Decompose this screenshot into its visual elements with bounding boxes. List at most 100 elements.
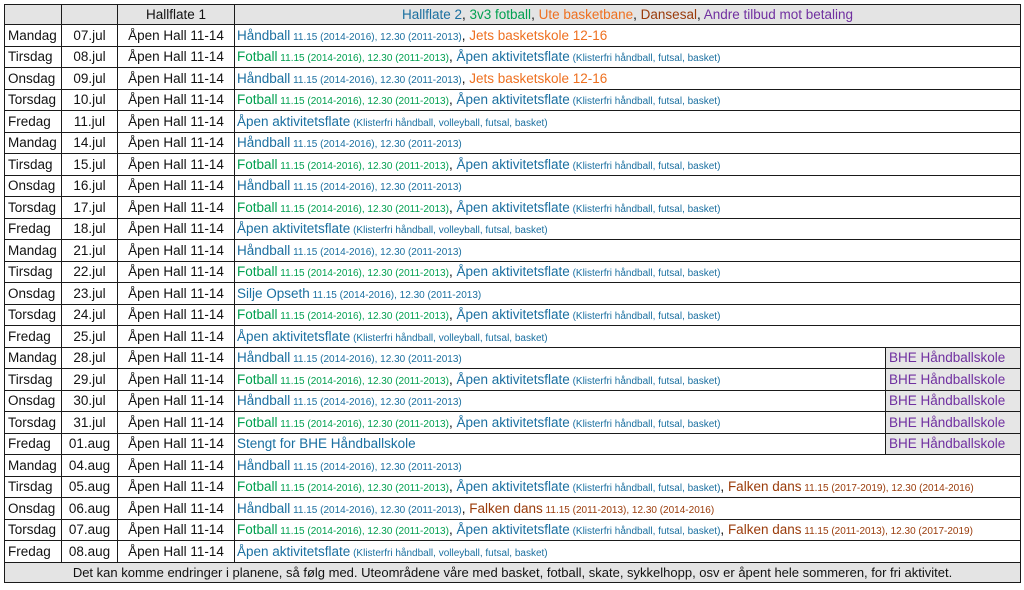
- day-cell: Onsdag: [4, 67, 62, 90]
- hall1-cell: Åpen Hall 11-14: [117, 368, 235, 391]
- activity-label: ,: [720, 479, 728, 495]
- activity-label: ,: [720, 522, 728, 538]
- activity-cell: Fotball 11.15 (2014-2016), 12.30 (2011-2…: [233, 303, 1022, 326]
- activity-cell: Håndball 11.15 (2014-2016), 12.30 (2011-…: [233, 497, 1022, 520]
- hall1-cell: Åpen Hall 11-14: [117, 153, 235, 176]
- activity-label: Fotball: [237, 414, 278, 430]
- activity-detail: (Klisterfri håndball, futsal, basket): [569, 203, 721, 215]
- activity-detail: 11.15 (2014-2016), 12.30 (2011-2013): [277, 53, 449, 65]
- activity-detail: 11.15 (2017-2019), 12.30 (2014-2016): [801, 483, 974, 495]
- footer-note: Det kan komme endringer i planene, så fø…: [3, 561, 1022, 583]
- table-row: Onsdag 06.aug Åpen Hall 11-14 Håndball 11.1…: [4, 497, 1022, 520]
- day-cell: Onsdag: [4, 389, 62, 412]
- table-row: Onsdag 16.jul Åpen Hall 11-14 Håndball 11.1…: [4, 174, 1022, 197]
- activity-detail: 11.15 (2014-2016), 12.30 (2011-2013): [290, 397, 462, 409]
- activity-detail: 11.15 (2014-2016), 12.30 (2011-2013): [277, 268, 449, 280]
- activity-cell: Håndball 11.15 (2014-2016), 12.30 (2011-…: [234, 389, 886, 412]
- table-row: Fredag 08.aug Åpen Hall 11-14 Åpen aktivite…: [4, 540, 1022, 563]
- hall1-cell: Åpen Hall 11-14: [117, 110, 235, 133]
- header-hall1-cell: Hallflate 1: [117, 4, 235, 25]
- activity-label: Fotball: [237, 156, 278, 172]
- legend-item: 3v3 fotball: [469, 7, 532, 22]
- day-cell: Torsdag: [4, 196, 62, 219]
- date-cell: 04.aug: [61, 454, 118, 477]
- activity-detail: 11.15 (2014-2016), 12.30 (2011-2013): [290, 31, 462, 43]
- activity-label: Stengt for BHE Håndballskole: [237, 436, 416, 452]
- activity-label: Falken dans: [727, 522, 802, 538]
- activity-cell: Åpen aktivitetsflate (Klisterfri håndbal…: [233, 110, 1022, 133]
- table-row: Mandag 21.jul Åpen Hall 11-14 Håndball 11.1…: [4, 239, 1022, 262]
- hall1-cell: Åpen Hall 11-14: [117, 239, 235, 262]
- day-cell: Tirsdag: [4, 368, 62, 391]
- table-row: Fredag 18.jul Åpen Hall 11-14 Åpen aktivite…: [4, 217, 1022, 240]
- header-legend-cell: Hallflate 2, 3v3 fotball, Ute basketbane…: [233, 4, 1022, 25]
- day-cell: Fredag: [4, 110, 62, 133]
- activity-detail: 11.15 (2014-2016), 12.30 (2011-2013): [277, 375, 449, 387]
- hall1-cell: Åpen Hall 11-14: [117, 411, 235, 434]
- table-row: Mandag 14.jul Åpen Hall 11-14 Håndball 11.1…: [4, 131, 1022, 154]
- date-cell: 14.jul: [61, 131, 118, 154]
- hall1-cell: Åpen Hall 11-14: [117, 67, 235, 90]
- activity-label: Åpen aktivitetsflate: [456, 307, 570, 323]
- activity-label: Åpen aktivitetsflate: [456, 371, 570, 387]
- day-cell: Tirsdag: [4, 45, 62, 68]
- activity-cell: Åpen aktivitetsflate (Klisterfri håndbal…: [233, 540, 1022, 563]
- table-row: Tirsdag 22.jul Åpen Hall 11-14 Fotball 11.1…: [4, 260, 1022, 283]
- schedule-sheet: Hallflate 1 Hallflate 2, 3v3 fotball, Ut…: [3, 4, 1022, 583]
- activity-label: Fotball: [237, 479, 278, 495]
- day-cell: Mandag: [4, 24, 62, 47]
- activity-detail: 11.15 (2014-2016), 12.30 (2011-2013): [309, 289, 482, 301]
- day-cell: Torsdag: [4, 518, 62, 541]
- activity-label: Fotball: [237, 371, 278, 387]
- date-cell: 18.jul: [61, 217, 118, 240]
- activity-detail: 11.15 (2014-2016), 12.30 (2011-2013): [290, 246, 462, 258]
- day-cell: Tirsdag: [4, 260, 62, 283]
- activity-label: Håndball: [237, 70, 291, 86]
- hall1-cell: Åpen Hall 11-14: [117, 346, 235, 369]
- activity-label: Fotball: [237, 49, 278, 65]
- table-row: Torsdag 31.jul Åpen Hall 11-14 Fotball 11.1…: [4, 411, 1022, 434]
- legend-item: Hallflate 2: [401, 7, 462, 22]
- day-cell: Mandag: [4, 131, 62, 154]
- activity-cell: Fotball 11.15 (2014-2016), 12.30 (2011-2…: [234, 368, 886, 391]
- activity-label: Fotball: [237, 92, 278, 108]
- activity-cell: Fotball 11.15 (2014-2016), 12.30 (2011-2…: [233, 196, 1022, 219]
- legend-item: ,: [633, 7, 641, 22]
- legend-item: Ute basketbane: [538, 7, 634, 22]
- extra-offer-cell: BHE Håndballskole: [884, 368, 1022, 391]
- hall1-cell: Åpen Hall 11-14: [117, 131, 235, 154]
- activity-detail: 11.15 (2014-2016), 12.30 (2011-2013): [290, 354, 462, 366]
- day-cell: Mandag: [4, 454, 62, 477]
- table-row: Torsdag 17.jul Åpen Hall 11-14 Fotball 11.1…: [4, 196, 1022, 219]
- activity-label: Jets basketskole 12-16: [469, 27, 608, 43]
- table-row: Onsdag 30.jul Åpen Hall 11-14 Håndball 11.1…: [4, 389, 1022, 412]
- activity-detail: (Klisterfri håndball, volleyball, futsal…: [350, 332, 548, 344]
- activity-detail: 11.15 (2014-2016), 12.30 (2011-2013): [290, 74, 462, 86]
- extra-offer-cell: BHE Håndballskole: [884, 389, 1022, 412]
- table-row: Fredag 25.jul Åpen Hall 11-14 Åpen aktivite…: [4, 325, 1022, 348]
- hall1-cell: Åpen Hall 11-14: [117, 325, 235, 348]
- table-row: Onsdag 23.jul Åpen Hall 11-14 Silje Opseth …: [4, 282, 1022, 305]
- date-cell: 11.jul: [61, 110, 118, 133]
- activity-label: Åpen aktivitetsflate: [456, 264, 570, 280]
- activity-cell: Fotball 11.15 (2014-2016), 12.30 (2011-2…: [233, 153, 1022, 176]
- legend-item: Dansesal: [640, 7, 697, 22]
- date-cell: 07.aug: [61, 518, 118, 541]
- activity-detail: 11.15 (2014-2016), 12.30 (2011-2013): [277, 483, 449, 495]
- activity-label: Håndball: [237, 27, 291, 43]
- activity-label: Falken dans: [469, 500, 543, 516]
- day-cell: Onsdag: [4, 282, 62, 305]
- header-row: Hallflate 1 Hallflate 2, 3v3 fotball, Ut…: [4, 4, 1022, 25]
- activity-label: Åpen aktivitetsflate: [237, 221, 351, 237]
- activity-label: Åpen aktivitetsflate: [456, 49, 570, 65]
- activity-label: Håndball: [237, 350, 291, 366]
- activity-detail: (Klisterfri håndball, futsal, basket): [569, 268, 721, 280]
- activity-label: Håndball: [237, 393, 291, 409]
- activity-detail: (Klisterfri håndball, futsal, basket): [569, 160, 721, 172]
- legend-item: ,: [696, 7, 704, 22]
- date-cell: 23.jul: [61, 282, 118, 305]
- activity-cell: Håndball 11.15 (2014-2016), 12.30 (2011-…: [234, 346, 886, 369]
- activity-detail: 11.15 (2014-2016), 12.30 (2011-2013): [290, 182, 462, 194]
- date-cell: 16.jul: [61, 174, 118, 197]
- activity-cell: Håndball 11.15 (2014-2016), 12.30 (2011-…: [233, 131, 1022, 154]
